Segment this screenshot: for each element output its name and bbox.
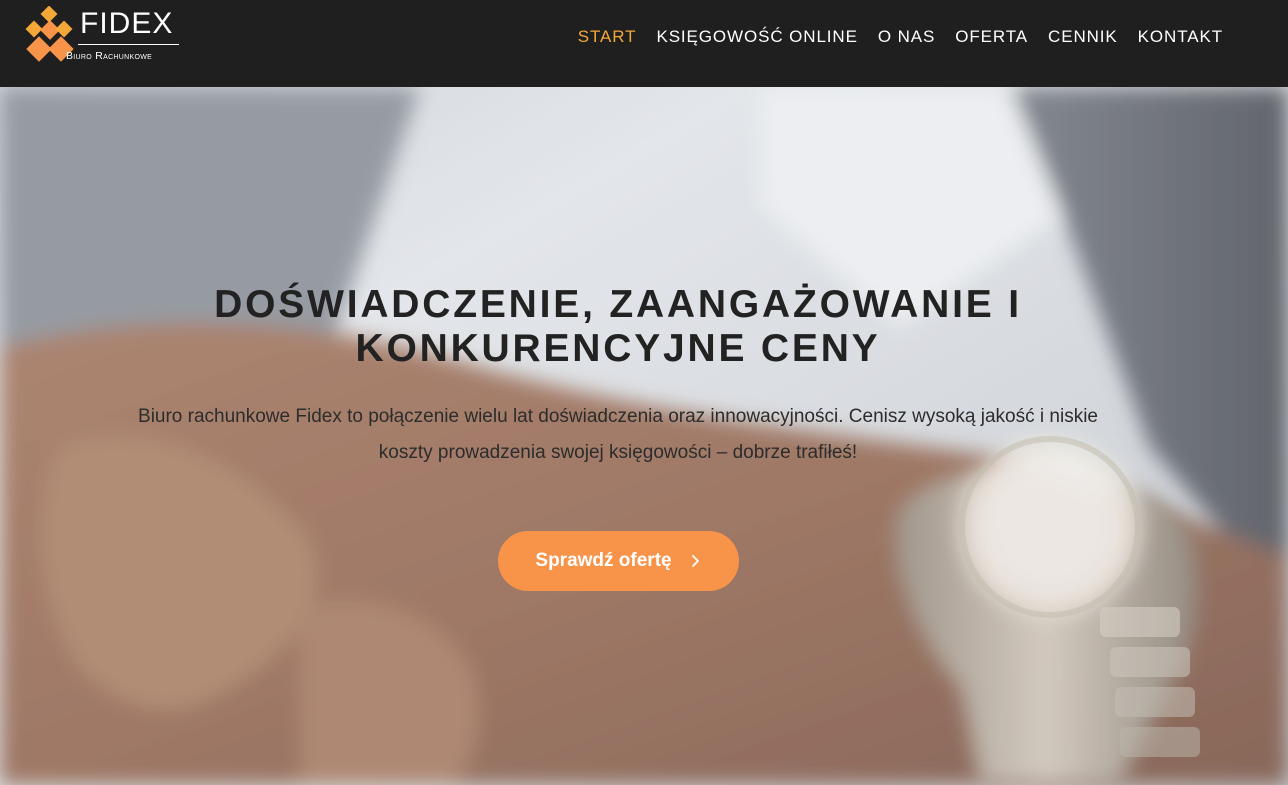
nav-item-cennik[interactable]: CENNIK — [1048, 25, 1118, 49]
nav-item-ksiegowosc-online[interactable]: KSIĘGOWOŚĆ ONLINE — [656, 25, 857, 49]
check-offer-label: Sprawdź ofertę — [535, 550, 672, 571]
site-header: FIDEX Biuro Rachunkowe START KSIĘGOWOŚĆ … — [0, 0, 1288, 87]
nav-item-start[interactable]: START — [578, 25, 637, 49]
chevron-right-icon — [690, 554, 702, 568]
nav-item-oferta[interactable]: OFERTA — [955, 25, 1028, 49]
logo-name: FIDEX — [80, 7, 174, 40]
nav-item-kontakt[interactable]: KONTAKT — [1138, 25, 1223, 49]
hero-section: Doświadczenie, zaangażowanie i konkurenc… — [0, 87, 1288, 785]
logo-tagline: Biuro Rachunkowe — [66, 50, 153, 62]
main-nav: START KSIĘGOWOŚĆ ONLINE O NAS OFERTA CEN… — [578, 24, 1223, 50]
hero-description: Biuro rachunkowe Fidex to połączenie wie… — [138, 406, 1098, 463]
logo-divider — [78, 44, 179, 45]
fidex-logo[interactable]: FIDEX Biuro Rachunkowe — [24, 6, 194, 68]
hero-title: Doświadczenie, zaangażowanie i konkurenc… — [214, 283, 1022, 370]
nav-item-o-nas[interactable]: O NAS — [878, 25, 935, 49]
check-offer-button[interactable]: Sprawdź ofertę — [498, 531, 739, 591]
